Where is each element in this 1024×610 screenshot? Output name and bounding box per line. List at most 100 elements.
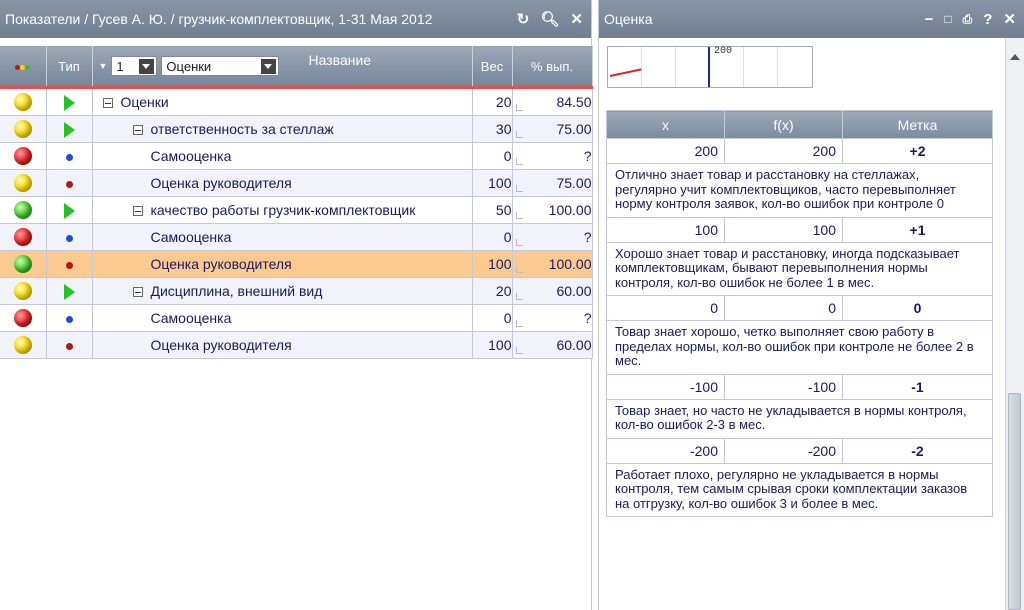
scale-row[interactable]: -100 -100 -1 — [606, 373, 993, 400]
pct-value: 75.00 — [556, 175, 592, 191]
table-row[interactable]: Оценка руководителя 100 60.00 — [0, 331, 593, 359]
close-icon[interactable]: ✕ — [570, 12, 583, 27]
sort-arrow-icon[interactable]: ▼ — [99, 61, 108, 71]
row-name: Оценка руководителя — [150, 337, 292, 353]
search-icon[interactable]: 🔍︎ — [540, 12, 559, 27]
status-cell — [0, 277, 47, 305]
name-cell[interactable]: Оценки — [92, 87, 473, 116]
type-cell — [46, 169, 93, 197]
status-column-header[interactable] — [0, 46, 47, 89]
type-cell — [46, 142, 93, 170]
refresh-icon[interactable]: ↻ — [517, 12, 530, 27]
table-row[interactable]: Самооценка 0? — [0, 304, 593, 332]
status-yellow-icon — [13, 336, 32, 355]
vertical-scrollbar[interactable] — [1005, 38, 1024, 610]
name-cell[interactable]: Самооценка — [92, 304, 473, 332]
status-cell — [0, 304, 47, 332]
scale-description-row: Работает плохо, регулярно не укладываетс… — [606, 462, 993, 517]
indicators-titlebar: Показатели / Гусев А. Ю. / грузчик-компл… — [0, 0, 591, 38]
maximize-icon[interactable]: □ — [944, 13, 951, 25]
table-row[interactable]: Самооценка 0? — [0, 142, 593, 170]
print-icon[interactable]: ⎙ — [963, 13, 973, 25]
type-cell — [46, 87, 93, 116]
pct-value: ? — [583, 148, 592, 164]
status-yellow-icon — [13, 282, 32, 301]
table-row[interactable]: Оценка руководителя 100 75.00 — [0, 169, 593, 197]
play-triangle-icon — [63, 202, 75, 219]
scale-row[interactable]: 100 100 +1 — [606, 216, 993, 243]
table-row[interactable]: Оценка руководителя 100 100.00 — [0, 250, 593, 278]
scale-row[interactable]: 200 200 +2 — [606, 138, 993, 164]
weight-cell[interactable]: 100 — [472, 331, 513, 359]
type-cell — [46, 223, 93, 251]
weight-cell[interactable]: 30 — [472, 115, 513, 143]
pct-column-header[interactable]: % вып. — [512, 46, 593, 89]
play-triangle-icon — [63, 94, 75, 111]
row-name: Самооценка — [150, 229, 232, 245]
weight-cell[interactable]: 20 — [472, 87, 513, 116]
weight-cell[interactable]: 100 — [472, 250, 513, 278]
table-row[interactable]: Самооценка 0? — [0, 223, 593, 251]
table-row[interactable]: ответственность за стеллаж 30 75.00 — [0, 115, 593, 143]
pct-value: 60.00 — [556, 337, 592, 353]
scrollbar-thumb[interactable] — [1008, 393, 1021, 610]
collapse-icon[interactable] — [132, 287, 143, 298]
collapse-icon[interactable] — [132, 206, 143, 217]
scale-description: Товар знает, но часто не укладывается в … — [606, 398, 993, 439]
x-cell: -100 — [606, 373, 725, 400]
scale-description: Работает плохо, регулярно не укладываетс… — [606, 462, 993, 517]
group-select[interactable]: Оценки — [161, 56, 280, 76]
x-cell: 200 — [606, 138, 725, 164]
x-column-header: x — [606, 110, 725, 139]
minimize-icon[interactable]: − — [925, 12, 934, 27]
status-cell — [0, 169, 47, 197]
table-row[interactable]: Оценки 20 84.50 — [0, 87, 593, 116]
help-icon[interactable]: ? — [983, 12, 992, 27]
status-green-icon — [13, 201, 32, 220]
table-row[interactable]: качество работы грузчик-комплектовщик 50 1… — [0, 196, 593, 224]
name-cell[interactable]: Оценка руководителя — [92, 331, 473, 359]
chevron-down-icon[interactable] — [139, 58, 155, 74]
pct-cell: 100.00 — [512, 196, 593, 224]
name-cell[interactable]: Самооценка — [92, 223, 473, 251]
manager-eval-dot-icon — [65, 261, 73, 269]
status-cell — [0, 331, 47, 359]
row-name: Самооценка — [150, 148, 232, 164]
table-row[interactable]: Дисциплина, внешний вид 20 60.00 — [0, 277, 593, 305]
chart-marker-label: 200 — [714, 46, 733, 57]
weight-column-header[interactable]: Вес — [472, 46, 513, 89]
name-cell[interactable]: Оценка руководителя — [92, 169, 473, 197]
status-red-icon — [13, 309, 32, 328]
name-column-header[interactable]: ▼ 1 Оценки Название — [92, 46, 473, 89]
chevron-down-icon[interactable] — [261, 58, 277, 74]
weight-cell[interactable]: 0 — [472, 142, 513, 170]
weight-cell[interactable]: 100 — [472, 169, 513, 197]
scale-description-row: Товар знает, но часто не укладывается в … — [606, 398, 993, 439]
name-cell[interactable]: Оценка руководителя — [92, 250, 473, 278]
weight-cell[interactable]: 20 — [472, 277, 513, 305]
name-cell[interactable]: Самооценка — [92, 142, 473, 170]
status-yellow-icon — [13, 120, 32, 139]
weight-cell[interactable]: 0 — [472, 304, 513, 332]
collapse-icon[interactable] — [102, 98, 113, 109]
collapse-icon[interactable] — [132, 125, 143, 136]
scale-row[interactable]: -200 -200 -2 — [606, 437, 993, 464]
evaluation-scroll-area: 200 x f(x) Метка 200 200 +2 Отлично знает т… — [599, 38, 1007, 610]
name-cell[interactable]: ответственность за стеллаж — [92, 115, 473, 143]
fx-column-header: f(x) — [724, 110, 843, 139]
type-column-header[interactable]: Тип — [46, 46, 93, 89]
x-cell: 0 — [606, 295, 725, 321]
scroll-up-icon[interactable] — [1010, 54, 1020, 60]
level-select[interactable]: 1 — [111, 56, 158, 76]
row-name: Оценка руководителя — [150, 175, 292, 191]
play-triangle-icon — [63, 121, 75, 138]
weight-cell[interactable]: 50 — [472, 196, 513, 224]
scale-row[interactable]: 000 — [606, 295, 993, 321]
mark-cell: -1 — [842, 373, 993, 400]
weight-cell[interactable]: 0 — [472, 223, 513, 251]
chart-line — [609, 68, 642, 77]
close-icon[interactable]: ✕ — [1003, 12, 1016, 27]
name-cell[interactable]: Дисциплина, внешний вид — [92, 277, 473, 305]
status-red-icon — [13, 147, 32, 166]
name-cell[interactable]: качество работы грузчик-комплектовщик — [92, 196, 473, 224]
